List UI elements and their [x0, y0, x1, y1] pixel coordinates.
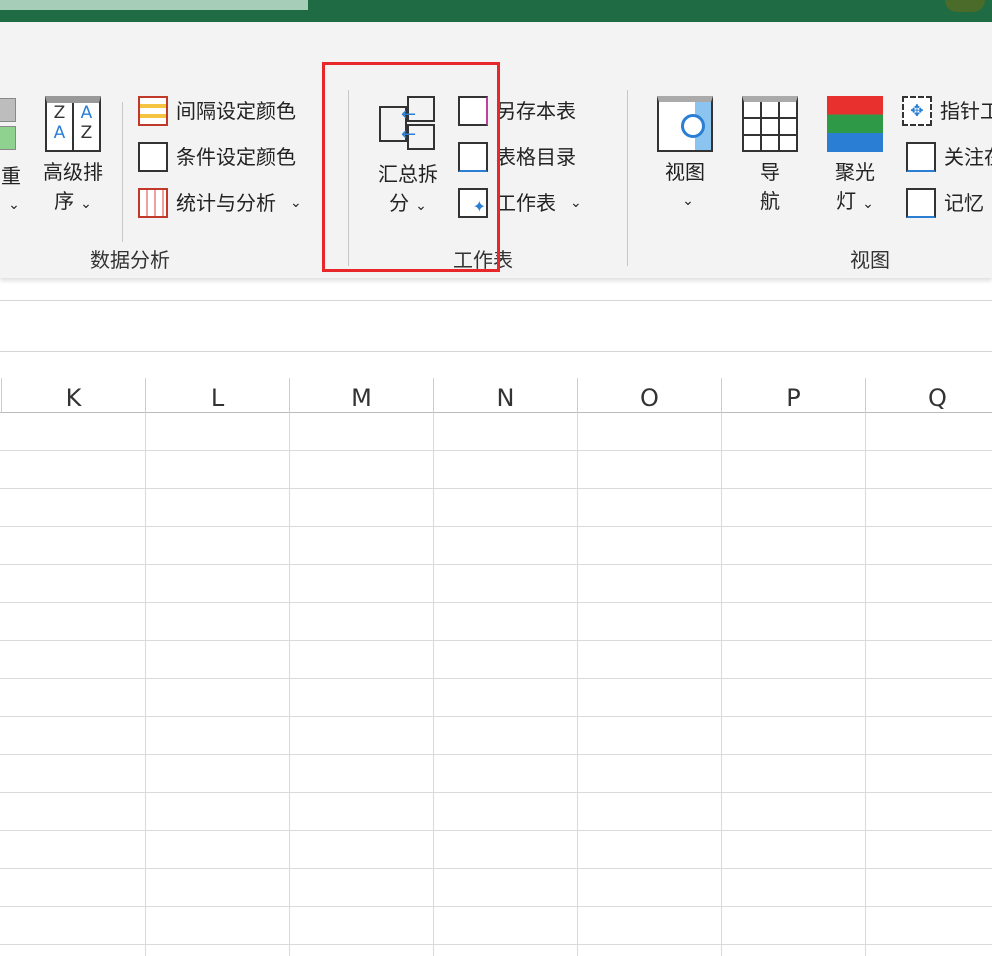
save-sheet-label: 另存本表 — [496, 98, 576, 124]
sort-az-icon: ZA AZ — [45, 96, 101, 152]
column-header-q[interactable]: Q — [865, 378, 992, 413]
column-header-p[interactable]: P — [721, 378, 865, 413]
stats-icon — [138, 188, 168, 218]
interval-color-label: 间隔设定颜色 — [176, 98, 296, 124]
grid-column-line — [865, 413, 866, 956]
navigation-button[interactable]: 导 航 — [738, 96, 802, 216]
memory-mail-icon — [906, 188, 936, 218]
grid-row-line — [0, 526, 992, 527]
grid-column-line — [433, 413, 434, 956]
pointer-button[interactable]: ✥ 指针工 — [902, 96, 992, 126]
focus-mail-icon — [906, 142, 936, 172]
formula-bar[interactable] — [0, 300, 992, 352]
stats-analysis-label: 统计与分析 — [176, 190, 276, 216]
worksheet-label: 工作表 — [496, 190, 556, 216]
grid-column-line — [577, 413, 578, 956]
grid-row-line — [0, 792, 992, 793]
grid-row-line — [0, 564, 992, 565]
group-label-data-analysis: 数据分析 — [90, 244, 170, 273]
grid-row-line — [0, 906, 992, 907]
column-header-o[interactable]: O — [577, 378, 721, 413]
grid-row-line — [0, 640, 992, 641]
column-header-n[interactable]: N — [433, 378, 577, 413]
navigation-label-2: 航 — [738, 187, 802, 216]
column-header-l[interactable]: L — [145, 378, 289, 413]
grid-column-line — [145, 413, 146, 956]
grid-row-line — [0, 488, 992, 489]
advanced-sort-button[interactable]: ZA AZ 高级排 序⌄ — [34, 96, 112, 219]
dedupe-label: 重 — [0, 162, 26, 191]
view-label: 视图 — [652, 158, 718, 187]
memory-label: 记忆 — [944, 190, 984, 216]
active-tab-strip — [0, 0, 308, 10]
sheet-directory-label: 表格目录 — [496, 144, 576, 170]
column-headers: K L M N O P Q — [0, 378, 992, 413]
duplicate-icon-green — [0, 126, 16, 150]
condition-color-label: 条件设定颜色 — [176, 144, 296, 170]
grid-row-line — [0, 716, 992, 717]
focus-label: 关注在 — [944, 144, 992, 170]
group-label-view: 视图 — [850, 244, 890, 273]
duplicate-icon — [0, 98, 16, 122]
spotlight-label-2: 灯 — [836, 189, 856, 213]
column-header-k[interactable]: K — [1, 378, 145, 413]
user-avatar[interactable] — [945, 0, 985, 12]
view-button[interactable]: 视图 ⌄ — [652, 96, 718, 216]
condition-color-button[interactable]: 条件设定颜色 — [138, 142, 296, 172]
grid-row-line — [0, 754, 992, 755]
interval-color-button[interactable]: 间隔设定颜色 — [138, 96, 296, 126]
grid-row-line — [0, 678, 992, 679]
grid-column-line — [289, 413, 290, 956]
advanced-sort-label-2: 序 — [54, 189, 74, 213]
view-magnifier-icon — [657, 96, 713, 152]
grid-row-line — [0, 868, 992, 869]
spotlight-label: 聚光 — [822, 158, 888, 187]
grid-row-line — [0, 450, 992, 451]
focus-button[interactable]: 关注在 — [906, 142, 992, 172]
pointer-arrows-icon: ✥ — [902, 96, 932, 126]
navigation-grid-icon — [742, 96, 798, 152]
memory-button[interactable]: 记忆 — [906, 188, 984, 218]
navigation-label: 导 — [738, 158, 802, 187]
stats-analysis-button[interactable]: 统计与分析⌄ — [138, 188, 302, 218]
spotlight-icon — [827, 96, 883, 152]
interval-color-icon — [138, 96, 168, 126]
pointer-label: 指针工 — [940, 98, 992, 124]
grid-column-line — [721, 413, 722, 956]
spotlight-button[interactable]: 聚光 灯⌄ — [822, 96, 888, 219]
grid-row-line — [0, 944, 992, 945]
advanced-sort-label: 高级排 — [34, 158, 112, 187]
condition-color-icon — [138, 142, 168, 172]
highlight-box — [322, 62, 500, 272]
column-header-m[interactable]: M — [289, 378, 433, 413]
grid-row-line — [0, 602, 992, 603]
dedupe-button[interactable]: 重⌄ — [0, 162, 26, 220]
grid-row-line — [0, 830, 992, 831]
